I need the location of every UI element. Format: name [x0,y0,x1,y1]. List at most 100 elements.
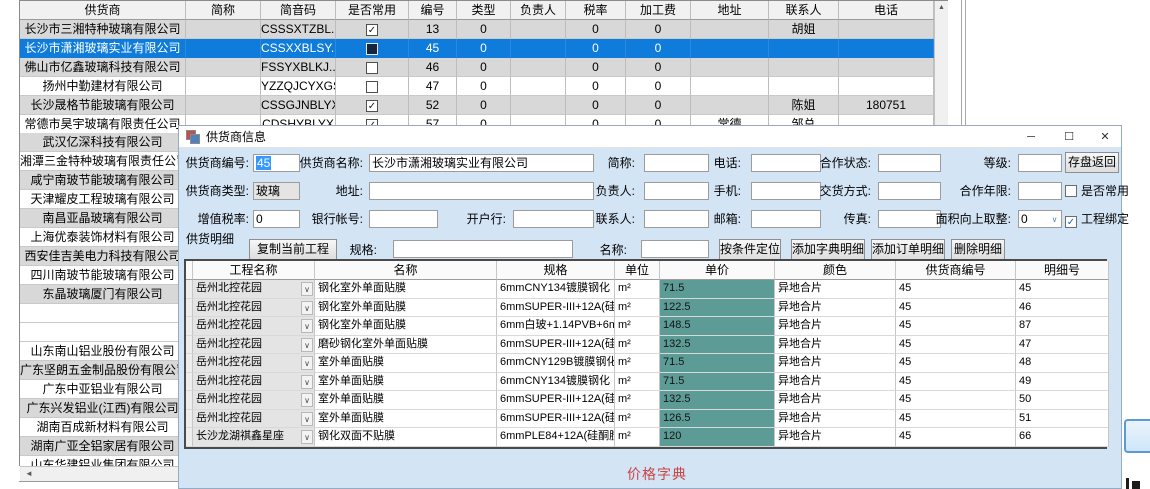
common-use-checkbox[interactable]: 是否常用 [1065,183,1129,199]
grid-cell-spec[interactable]: 6mmSUPER-III+12A(硅... [497,299,615,318]
supplier-row[interactable] [20,323,186,342]
grid-cell-supplier-id[interactable]: 45 [896,280,1016,299]
grid-cell-project[interactable]: 岳州北控花园∨ [193,391,315,410]
supplier-row[interactable]: 山东南山铝业股份有限公司 [20,342,186,361]
grid-cell-detail-id[interactable]: 50 [1016,391,1109,410]
grid-cell-color[interactable]: 异地合片 [775,299,896,318]
grid-cell-detail-id[interactable]: 45 [1016,280,1109,299]
table-row[interactable]: 长沙市三湘特种玻璃有限公司CSSSXTZBL...✓13000胡姐 [20,20,948,39]
combo-dropdown-icon[interactable]: ∨ [301,356,313,370]
grid-cell-project[interactable]: 岳州北控花园∨ [193,354,315,373]
grid-cell-price[interactable]: 71.5 [660,354,775,373]
grid-column-header[interactable]: 规格 [497,261,615,280]
table-row[interactable]: 长沙晟格节能玻璃有限公司CSSGJNBLYXGS✓52000陈姐180751 [20,96,948,115]
grid-cell-spec[interactable]: 6mmCNY134镀膜钢化 [497,280,615,299]
grid-cell-price[interactable]: 148.5 [660,317,775,336]
grid-column-header[interactable]: 单价 [660,261,775,280]
project-binding-checkbox[interactable]: ✓工程绑定 [1065,211,1129,227]
supplier-row[interactable]: 东晶玻璃厦门有限公司 [20,285,186,304]
combo-dropdown-icon[interactable]: ∨ [301,393,313,407]
grid-cell-name[interactable]: 钢化室外单面贴膜 [315,317,497,336]
table-horizontal-scrollbar[interactable]: ◄ [20,466,178,481]
grid-row-header[interactable] [186,373,193,392]
column-header[interactable]: 电话 [839,1,934,20]
grid-cell-supplier-id[interactable]: 45 [896,428,1016,447]
grid-cell-color[interactable]: 异地合片 [775,280,896,299]
column-header[interactable]: 编号 [409,1,457,20]
dropdown-icon[interactable]: ∨ [1049,212,1060,226]
dialog-titlebar[interactable]: 供货商信息 ─ ☐ ✕ [179,126,1121,148]
grid-cell-color[interactable]: 异地合片 [775,373,896,392]
supplier-row[interactable]: 天津耀皮工程玻璃有限公司 [20,190,186,209]
combo-dropdown-icon[interactable]: ∨ [301,301,313,315]
grid-row[interactable]: 岳州北控花园∨钢化室外单面贴膜6mmSUPER-III+12A(硅...m²12… [186,299,1105,318]
supplier-row[interactable]: 湖南百成新材料有限公司 [20,418,186,437]
grid-cell-unit[interactable]: m² [615,299,660,318]
delete-detail-button[interactable]: 删除明细 [951,239,1005,260]
copy-project-button[interactable]: 复制当前工程 [249,239,337,260]
grid-cell-price[interactable]: 71.5 [660,373,775,392]
table-vertical-scrollbar[interactable]: ▲ [934,1,948,134]
grid-cell-color[interactable]: 异地合片 [775,410,896,429]
minimize-button[interactable]: ─ [1017,126,1045,148]
grid-cell-detail-id[interactable]: 87 [1016,317,1109,336]
grid-row[interactable]: 岳州北控花园∨钢化室外单面贴膜6mmCNY134镀膜钢化m²71.5异地合片45… [186,280,1105,299]
grid-cell-unit[interactable]: m² [615,373,660,392]
grid-cell-supplier-id[interactable]: 45 [896,336,1016,355]
grid-cell-price[interactable]: 71.5 [660,280,775,299]
supplier-row[interactable]: 南昌亚晶玻璃有限公司 [20,209,186,228]
grid-column-header[interactable]: 名称 [315,261,497,280]
grid-cell-color[interactable]: 异地合片 [775,336,896,355]
column-header[interactable]: 供货商 [20,1,186,20]
grid-cell-project[interactable]: 岳州北控花园∨ [193,280,315,299]
grid-row[interactable]: 岳州北控花园∨钢化室外单面贴膜6mm白玻+1.14PVB+6mm...m²148… [186,317,1105,336]
table-row[interactable]: 佛山市亿鑫玻璃科技有限公司FSSYXBLKJ...46000 [20,58,948,77]
table-row[interactable]: 扬州中勤建材有限公司YZZQJCYXGS47000 [20,77,948,96]
add-dictionary-detail-button[interactable]: 添加字典明细 [791,239,865,260]
grid-cell-price[interactable]: 126.5 [660,410,775,429]
grid-cell-unit[interactable]: m² [615,391,660,410]
grid-row[interactable]: 岳州北控花园∨室外单面贴膜6mmCNY134镀膜钢化m²71.5异地合片4549 [186,373,1105,392]
grid-cell-name[interactable]: 室外单面贴膜 [315,410,497,429]
column-header[interactable]: 联系人 [769,1,839,20]
supplier-row[interactable]: 广东兴发铝业(江西)有限公司 [20,399,186,418]
grid-cell-name[interactable]: 钢化双面不贴膜 [315,428,497,447]
scroll-up-icon[interactable]: ▲ [935,1,948,15]
grid-row-header[interactable] [186,410,193,429]
grid-cell-supplier-id[interactable]: 45 [896,410,1016,429]
grid-cell-project[interactable]: 岳州北控花园∨ [193,373,315,392]
grid-cell-spec[interactable]: 6mm白玻+1.14PVB+6mm... [497,317,615,336]
column-header[interactable]: 负责人 [511,1,566,20]
column-header[interactable]: 简音码 [261,1,336,20]
combo-dropdown-icon[interactable]: ∨ [301,412,313,426]
grid-cell-project[interactable]: 岳州北控花园∨ [193,317,315,336]
supplier-row[interactable]: 西安佳吉美电力科技有限公司 [20,247,186,266]
grid-cell-name[interactable]: 室外单面贴膜 [315,354,497,373]
grid-row-header[interactable] [186,317,193,336]
grid-cell-name[interactable]: 磨砂钢化室外单面贴膜 [315,336,497,355]
grid-cell-spec[interactable]: 6mmCNY134镀膜钢化 [497,373,615,392]
grid-cell-detail-id[interactable]: 46 [1016,299,1109,318]
common-use-checkbox[interactable]: ✓ [366,24,378,36]
grade-input[interactable] [1018,154,1062,172]
grid-cell-price[interactable]: 122.5 [660,299,775,318]
grid-cell-unit[interactable]: m² [615,280,660,299]
grid-cell-supplier-id[interactable]: 45 [896,354,1016,373]
supplier-row[interactable]: 武汉亿深科技有限公司 [20,133,186,152]
column-header[interactable]: 税率 [566,1,626,20]
grid-cell-project[interactable]: 岳州北控花园∨ [193,299,315,318]
grid-cell-unit[interactable]: m² [615,410,660,429]
column-header[interactable]: 简称 [186,1,261,20]
grid-cell-price[interactable]: 132.5 [660,391,775,410]
maximize-button[interactable]: ☐ [1055,126,1083,148]
grid-cell-spec[interactable]: 6mmSUPER-III+12A(硅... [497,391,615,410]
common-use-checkbox[interactable] [366,81,378,93]
address-input[interactable] [369,182,594,200]
coop-years-input[interactable] [1018,182,1062,200]
add-order-detail-button[interactable]: 添加订单明细 [871,239,945,260]
grid-row[interactable]: 岳州北控花园∨室外单面贴膜6mmSUPER-III+12A(硅...m²132.… [186,391,1105,410]
grid-row-header[interactable] [186,336,193,355]
grid-cell-detail-id[interactable]: 47 [1016,336,1109,355]
grid-cell-unit[interactable]: m² [615,336,660,355]
grid-column-header[interactable]: 单位 [615,261,660,280]
